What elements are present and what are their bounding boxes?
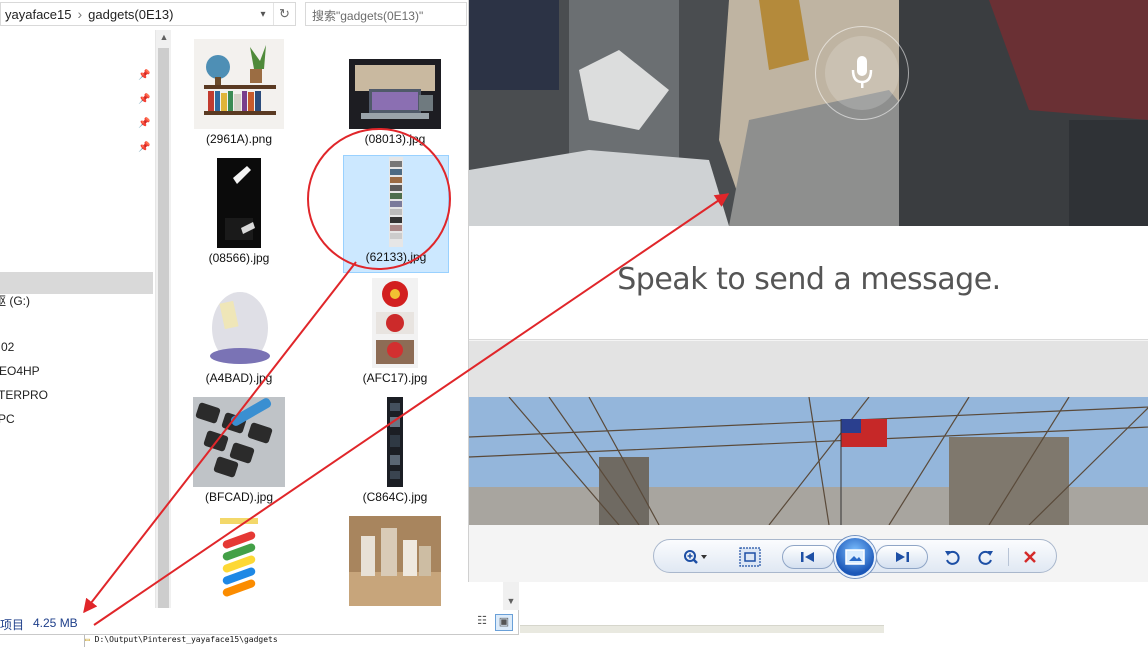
thumbnail <box>349 396 441 488</box>
file-item[interactable]: (2961A).png <box>186 38 292 146</box>
rotate-counterclockwise-icon[interactable] <box>940 540 964 574</box>
file-item[interactable] <box>342 515 448 607</box>
mic-button[interactable] <box>815 26 909 120</box>
viewer-controls <box>653 536 1057 578</box>
photo-bottom <box>469 397 1148 525</box>
file-name: (A4BAD).jpg <box>205 371 273 385</box>
chevron-down-icon[interactable]: ▾ <box>253 9 273 20</box>
voice-prompt-card: Speak to send a message. <box>469 226 1148 340</box>
previous-icon[interactable] <box>782 545 834 569</box>
file-item[interactable] <box>186 515 292 607</box>
delete-icon[interactable] <box>1018 540 1042 574</box>
file-item[interactable]: (08013).jpg <box>342 58 448 146</box>
background-window-edge <box>520 625 884 633</box>
folder-path-text: D:\Output\Pinterest_yayaface15\gadgets <box>94 635 278 644</box>
thumbnail <box>193 38 285 130</box>
nav-item[interactable]: 02 <box>1 340 14 354</box>
nav-item-drive-g[interactable]: 驱 (G:) <box>0 292 30 309</box>
photo-top <box>469 0 1148 226</box>
status-size: 4.25 MB <box>33 616 78 630</box>
file-explorer-window: yayaface15 › gadgets(0E13) ▾ ↻ 搜索"gadget… <box>0 0 519 635</box>
scroll-down-icon[interactable]: ▼ <box>503 596 519 606</box>
folder-icon: ▭ <box>85 635 90 644</box>
file-name: (62133).jpg <box>365 250 427 264</box>
thumbnail <box>349 515 441 607</box>
thumbnail <box>193 157 285 249</box>
file-name: (BFCAD).jpg <box>204 490 273 504</box>
divider <box>1008 548 1009 566</box>
file-name: (C864C).jpg <box>362 490 428 504</box>
thumbnail <box>193 277 285 369</box>
file-name: (08013).jpg <box>364 132 426 146</box>
address-bar[interactable]: yayaface15 › gadgets(0E13) ▾ ↻ <box>0 2 296 26</box>
breadcrumb-yayaface15[interactable]: yayaface15 <box>1 7 76 22</box>
breadcrumb-separator: › <box>77 6 83 22</box>
file-item[interactable]: (BFCAD).jpg <box>186 396 292 504</box>
rotate-clockwise-icon[interactable] <box>974 540 998 574</box>
search-input[interactable]: 搜索"gadgets(0E13)" <box>305 2 467 26</box>
voice-prompt-text: Speak to send a message. <box>617 262 1001 297</box>
slideshow-icon[interactable] <box>834 536 876 578</box>
file-name: (AFC17).jpg <box>362 371 428 385</box>
zoom-icon[interactable] <box>676 540 716 574</box>
nav-selected-item[interactable] <box>0 272 153 294</box>
file-item[interactable]: (A4BAD).jpg <box>186 277 292 385</box>
breadcrumb-gadgets[interactable]: gadgets(0E13) <box>84 7 177 22</box>
divider-band <box>469 341 1148 397</box>
status-bar: 项目 4.25 MB ☷ ▣ <box>0 614 519 635</box>
thumbnail <box>193 396 285 488</box>
file-item[interactable]: (08566).jpg <box>186 157 292 265</box>
pin-icon[interactable]: 📌 <box>138 70 150 81</box>
thumbnail <box>349 277 441 369</box>
actual-size-icon[interactable] <box>736 540 764 574</box>
status-items-label: 项目 <box>0 618 25 632</box>
large-icons-view-icon[interactable]: ▣ <box>495 614 513 631</box>
file-name: (2961A).png <box>205 132 273 146</box>
file-item[interactable]: (C864C).jpg <box>342 396 448 504</box>
navigation-pane: 📌 📌 📌 📌 驱 (G:) 02 EO4HP TERPRO PC <box>0 30 155 610</box>
next-icon[interactable] <box>876 545 928 569</box>
nav-item[interactable]: EO4HP <box>0 364 40 378</box>
folder-path: ▭ D:\Output\Pinterest_yayaface15\gadgets <box>84 635 520 647</box>
details-view-icon[interactable]: ☷ <box>473 614 491 631</box>
nav-scrollbar[interactable]: ▲ <box>155 30 171 608</box>
pin-icon[interactable]: 📌 <box>138 118 150 129</box>
pin-icon[interactable]: 📌 <box>138 142 150 153</box>
microphone-icon <box>825 36 899 110</box>
screen: yayaface15 › gadgets(0E13) ▾ ↻ 搜索"gadget… <box>0 0 1148 647</box>
file-item-selected[interactable]: (62133).jpg <box>343 155 449 273</box>
refresh-icon[interactable]: ↻ <box>273 3 295 25</box>
scroll-up-icon[interactable]: ▲ <box>156 32 172 42</box>
thumbnail <box>193 515 285 607</box>
photo-viewer-window: Speak to send a message. <box>468 0 1148 582</box>
nav-item[interactable]: TERPRO <box>0 388 48 402</box>
thumbnail <box>349 58 441 130</box>
thumbnail <box>350 156 442 248</box>
file-item[interactable]: (AFC17).jpg <box>342 277 448 385</box>
file-name: (08566).jpg <box>208 251 270 265</box>
pin-icon[interactable]: 📌 <box>138 94 150 105</box>
scrollbar-thumb[interactable] <box>158 48 169 608</box>
nav-item[interactable]: PC <box>0 412 15 426</box>
